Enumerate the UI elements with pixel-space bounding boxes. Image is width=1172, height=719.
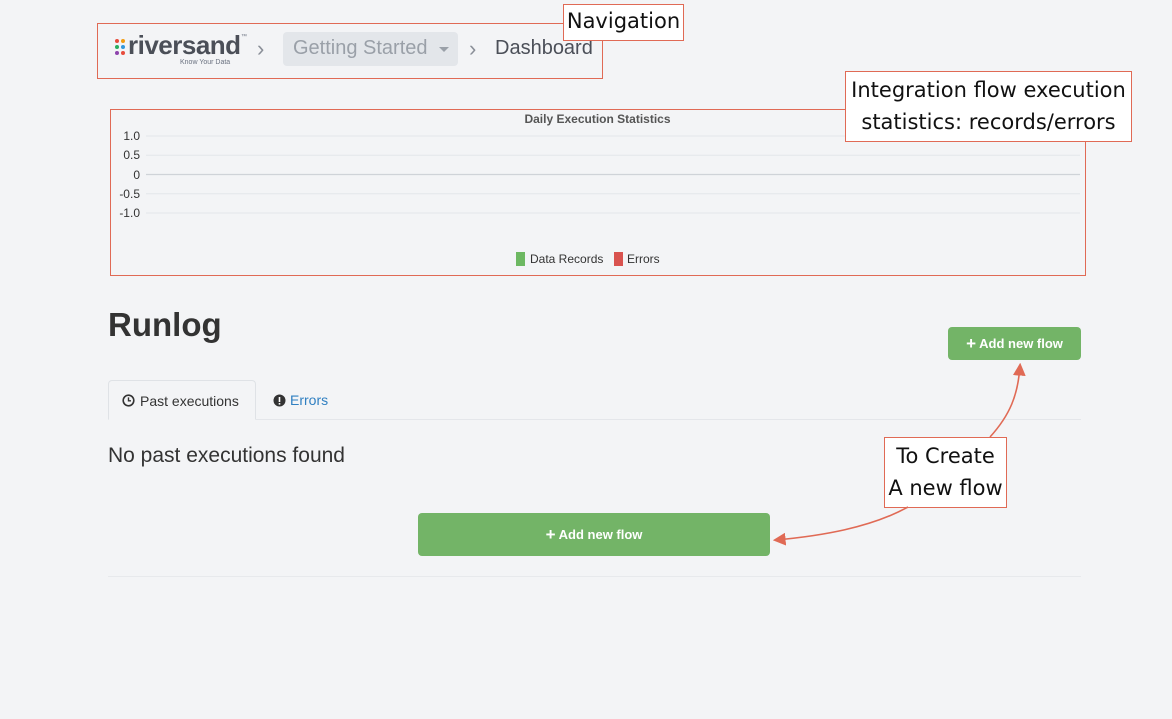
empty-state-message: No past executions found (108, 444, 345, 467)
arrow-to-main-button (772, 506, 909, 546)
page-title: Runlog (108, 306, 222, 343)
navigation-highlight-box (97, 23, 603, 79)
create-flow-callout: To Create A new flow (884, 437, 1007, 508)
navigation-callout: Navigation (563, 4, 684, 41)
tab-errors[interactable]: Errors (264, 383, 334, 417)
tab-past-executions-label: Past executions (140, 393, 239, 409)
add-new-flow-button-top[interactable]: + Add new flow (948, 327, 1081, 360)
tab-past-executions[interactable]: Past executions (108, 380, 256, 420)
arrow-to-top-button (989, 362, 1026, 438)
plus-icon: + (966, 334, 976, 353)
section-divider (108, 576, 1081, 577)
plus-icon: + (545, 525, 556, 544)
statistics-callout-line-1: Integration flow execution (851, 78, 1126, 102)
statistics-callout-line-2: statistics: records/errors (861, 110, 1116, 134)
statistics-callout: Integration flow execution statistics: r… (845, 71, 1132, 142)
add-new-flow-label: Add new flow (558, 527, 643, 542)
add-new-flow-button-main[interactable]: + Add new flow (418, 513, 770, 556)
clock-icon (122, 394, 135, 407)
create-flow-callout-line-2: A new flow (888, 476, 1003, 500)
tab-errors-label: Errors (290, 392, 329, 408)
alert-icon (273, 394, 286, 407)
create-flow-callout-line-1: To Create (896, 444, 995, 468)
add-new-flow-label: Add new flow (979, 336, 1063, 351)
